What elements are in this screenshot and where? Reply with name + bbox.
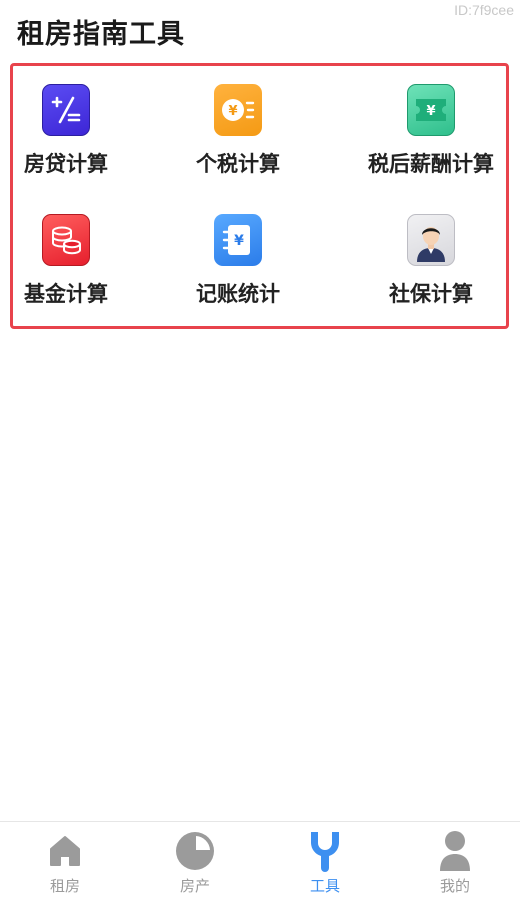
tool-social-security[interactable]: 社保计算 <box>346 214 516 308</box>
tab-tools[interactable]: 工具 <box>260 822 390 900</box>
wrench-icon <box>305 830 345 872</box>
tool-label: 记账统计 <box>196 282 280 306</box>
page-title: 租房指南工具 <box>17 19 185 50</box>
tool-income-tax[interactable]: ¥ 个税计算 <box>153 84 323 178</box>
svg-text:¥: ¥ <box>234 233 244 249</box>
pie-chart-icon <box>175 830 215 872</box>
tab-label: 租房 <box>49 877 80 895</box>
tab-label: 工具 <box>309 877 340 895</box>
house-icon <box>45 830 85 872</box>
tool-fund[interactable]: 基金计算 <box>0 214 151 308</box>
page: ID:7f9cee 租房指南工具 房贷计算 ¥ 个税计算 ¥ 税后薪酬计算 基金… <box>0 0 520 900</box>
person-avatar-icon <box>407 214 455 266</box>
tool-label: 房贷计算 <box>24 152 108 176</box>
notebook-yen-icon: ¥ <box>214 214 262 266</box>
id-watermark: ID:7f9cee <box>454 2 514 18</box>
svg-text:¥: ¥ <box>228 104 237 119</box>
tab-mine[interactable]: 我的 <box>390 822 520 900</box>
tab-property[interactable]: 房产 <box>130 822 260 900</box>
tool-mortgage[interactable]: 房贷计算 <box>0 84 151 178</box>
plus-divide-icon <box>42 84 90 136</box>
tab-rent[interactable]: 租房 <box>0 822 130 900</box>
svg-text:¥: ¥ <box>426 104 435 119</box>
coin-stack-icon <box>42 214 90 266</box>
ticket-yen-icon: ¥ <box>407 84 455 136</box>
coin-list-icon: ¥ <box>214 84 262 136</box>
tool-label: 基金计算 <box>24 282 108 306</box>
user-icon <box>435 830 475 872</box>
tab-label: 我的 <box>439 877 470 895</box>
tab-label: 房产 <box>179 877 210 895</box>
tool-after-tax-salary[interactable]: ¥ 税后薪酬计算 <box>346 84 516 178</box>
tool-bookkeeping[interactable]: ¥ 记账统计 <box>153 214 323 308</box>
tools-grid: 房贷计算 ¥ 个税计算 ¥ 税后薪酬计算 基金计算 ¥ 记账统计 社保计算 <box>10 63 509 329</box>
bottom-tab-bar: 租房 房产 工具 我的 <box>0 821 520 900</box>
tool-label: 个税计算 <box>196 152 280 176</box>
tool-label: 税后薪酬计算 <box>368 152 494 176</box>
tool-label: 社保计算 <box>389 282 473 306</box>
